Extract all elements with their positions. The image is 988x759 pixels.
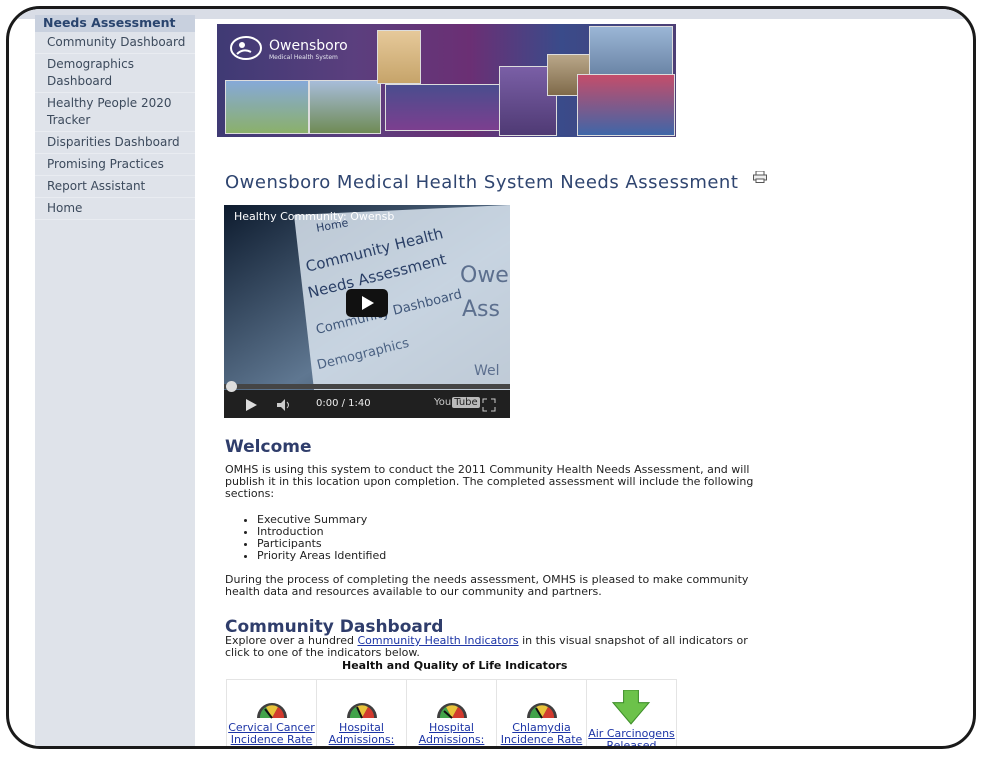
video-title: Healthy Community: Owensb xyxy=(234,210,395,223)
indicators-table-title: Health and Quality of Life Indicators xyxy=(342,659,568,672)
video-play-button[interactable] xyxy=(346,289,388,317)
indicator-chlamydia[interactable]: Chlamydia Incidence Rate xyxy=(497,680,587,746)
indicator-label[interactable]: Hospital Admissions: Adult Asthma xyxy=(317,722,406,747)
sidebar-heading: Needs Assessment xyxy=(35,15,195,32)
video-play-small-icon[interactable] xyxy=(244,398,258,412)
video-screen-text-8: Wel xyxy=(474,363,500,379)
indicators-grid: Cervical Cancer Incidence Rate Hospital … xyxy=(226,679,677,747)
indicator-label[interactable]: Air Carcinogens Released xyxy=(587,728,676,747)
owensboro-logo-icon xyxy=(230,36,262,60)
indicator-adult-asthma[interactable]: Hospital Admissions: Adult Asthma xyxy=(317,680,407,747)
indicator-label[interactable]: Chlamydia Incidence Rate xyxy=(497,722,586,746)
play-icon xyxy=(362,296,374,310)
sidebar: Needs Assessment Community Dashboard Dem… xyxy=(35,15,195,746)
gauge-icon xyxy=(257,703,287,719)
welcome-paragraph: OMHS is using this system to conduct the… xyxy=(225,463,754,500)
sidebar-item-promising-practices[interactable]: Promising Practices xyxy=(35,154,195,176)
sidebar-item-home[interactable]: Home xyxy=(35,198,195,220)
banner-photo-crowd xyxy=(577,74,675,136)
logo-text: Owensboro xyxy=(269,38,348,54)
process-paragraph: During the process of completing the nee… xyxy=(225,573,749,598)
banner-photo-cyclists xyxy=(309,80,381,134)
indicator-label[interactable]: Hospital Admissions: COPD xyxy=(407,722,496,747)
banner-photo-nurse xyxy=(377,30,421,84)
list-item: Priority Areas Identified xyxy=(257,550,386,562)
welcome-heading: Welcome xyxy=(225,437,312,457)
header-banner: Owensboro Medical Health System xyxy=(217,24,676,137)
sidebar-item-healthy-people-tracker[interactable]: Healthy People 2020 Tracker xyxy=(35,93,195,132)
video-time: 0:00 / 1:40 xyxy=(316,398,371,409)
sidebar-item-report-assistant[interactable]: Report Assistant xyxy=(35,176,195,198)
video-player[interactable]: Home Community Health Needs Assessment C… xyxy=(224,205,510,418)
youtube-logo-you: You xyxy=(434,397,452,408)
youtube-logo[interactable]: You Tube xyxy=(434,397,480,408)
fullscreen-icon[interactable] xyxy=(482,398,496,412)
banner-photo-playground xyxy=(225,80,309,134)
video-control-bar: 0:00 / 1:40 You Tube xyxy=(224,381,510,418)
indicator-copd[interactable]: Hospital Admissions: COPD xyxy=(407,680,497,747)
sidebar-item-disparities-dashboard[interactable]: Disparities Dashboard xyxy=(35,132,195,154)
video-progress-handle[interactable] xyxy=(226,381,237,392)
video-progress-bar[interactable] xyxy=(224,381,510,392)
print-icon[interactable] xyxy=(753,171,767,183)
indicator-air-carcinogens[interactable]: Air Carcinogens Released xyxy=(587,680,676,747)
youtube-logo-tube: Tube xyxy=(452,397,480,408)
banner-photo-river-bridge xyxy=(589,26,673,76)
video-screen-text-7: Ass xyxy=(462,297,500,322)
sidebar-item-demographics-dashboard[interactable]: Demographics Dashboard xyxy=(35,54,195,93)
sections-list: Executive Summary Introduction Participa… xyxy=(241,514,386,562)
sidebar-item-community-dashboard[interactable]: Community Dashboard xyxy=(35,32,195,54)
community-dashboard-text: Explore over a hundred Community Health … xyxy=(225,635,765,659)
indicator-cervical-cancer[interactable]: Cervical Cancer Incidence Rate xyxy=(227,680,317,746)
gauge-icon xyxy=(527,703,557,719)
gauge-icon xyxy=(347,703,377,719)
logo-subtitle: Medical Health System xyxy=(269,54,338,61)
screenshot-frame: Needs Assessment Community Dashboard Dem… xyxy=(6,6,976,749)
page-title: Owensboro Medical Health System Needs As… xyxy=(225,172,739,193)
banner-photo-bridge xyxy=(385,84,507,131)
volume-icon[interactable] xyxy=(276,398,292,412)
indicator-label[interactable]: Cervical Cancer Incidence Rate xyxy=(227,722,316,746)
video-screen-text-6: Owe xyxy=(460,263,509,288)
gauge-icon xyxy=(437,703,467,719)
down-arrow-icon xyxy=(611,690,651,725)
